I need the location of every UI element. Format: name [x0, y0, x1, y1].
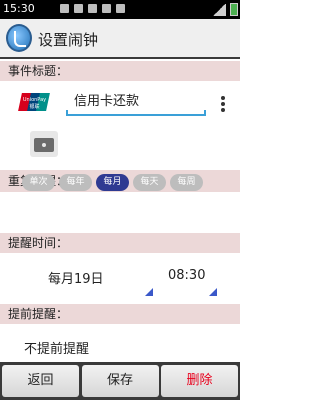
title-bar: 设置闹钟: [0, 19, 240, 59]
notification-icon: [116, 4, 125, 13]
date-spinner[interactable]: 每月19日: [48, 268, 104, 287]
signal-icon: [212, 3, 226, 16]
battery-icon: [230, 3, 238, 16]
notification-icon: [60, 4, 69, 13]
repeat-options: 单次 每年 每月 每天 每周: [22, 174, 203, 191]
repeat-option-monthly[interactable]: 每月: [96, 174, 129, 191]
spinner-corner-icon: [209, 288, 217, 296]
status-time: 15:30: [3, 2, 35, 15]
save-button[interactable]: 保存: [81, 365, 159, 397]
section-advance: 提前提醒：: [0, 304, 240, 324]
section-event-title: 事件标题：: [0, 61, 240, 81]
event-title-input[interactable]: 信用卡还款: [66, 90, 206, 116]
notification-icon: [88, 4, 97, 13]
unionpay-logo-text: UnionPay 银联: [22, 97, 47, 110]
repeat-option-once[interactable]: 单次: [22, 174, 55, 191]
bottom-bar: 返回 保存 删除: [0, 362, 240, 400]
notification-icons: [60, 4, 125, 13]
repeat-option-yearly[interactable]: 每年: [59, 174, 92, 191]
spinner-corner-icon: [145, 288, 153, 296]
system-icons: [212, 3, 238, 16]
page-title: 设置闹钟: [38, 31, 99, 49]
section-remind-time: 提醒时间：: [0, 233, 240, 253]
camera-button[interactable]: [30, 131, 58, 157]
status-bar: 15:30: [0, 0, 240, 19]
time-spinner[interactable]: 08:30: [168, 268, 205, 283]
repeat-option-weekly[interactable]: 每周: [170, 174, 203, 191]
advance-spinner[interactable]: 不提前提醒: [24, 338, 89, 357]
back-button[interactable]: 返回: [2, 365, 79, 397]
repeat-option-daily[interactable]: 每天: [133, 174, 166, 191]
app-logo-icon: [6, 24, 32, 52]
overflow-menu-icon[interactable]: [221, 96, 225, 112]
notification-icon: [74, 4, 83, 13]
notification-icon: [102, 4, 111, 13]
unionpay-logo-icon: UnionPay 银联: [18, 93, 50, 111]
delete-button[interactable]: 删除: [161, 365, 238, 397]
